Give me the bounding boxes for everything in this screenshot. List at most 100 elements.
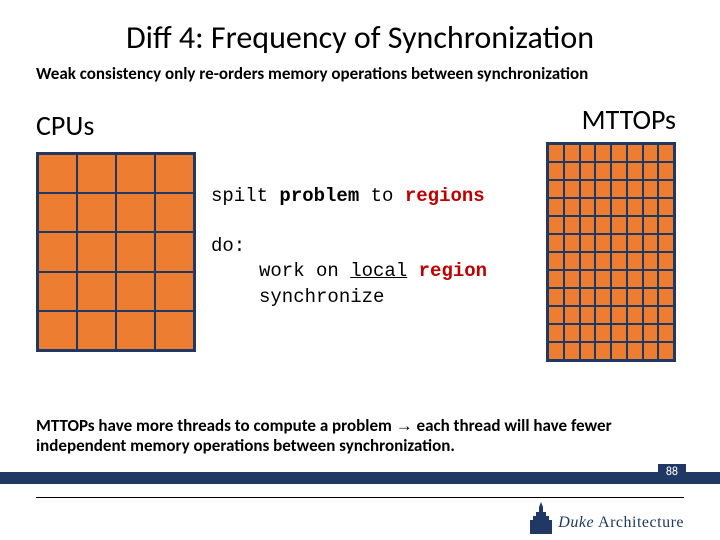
mttops-cell xyxy=(564,180,580,198)
mttops-cell xyxy=(548,270,564,288)
logo-duke: Duke xyxy=(558,514,594,531)
mttops-cell xyxy=(548,234,564,252)
mttops-cell xyxy=(595,162,611,180)
label-mttops: MTTOPs xyxy=(582,102,676,137)
slide-subtitle: Weak consistency only re-orders memory o… xyxy=(36,63,684,84)
mttops-cell xyxy=(611,270,627,288)
mttops-cell xyxy=(658,198,674,216)
content-row: CPUs MTTOPs spilt problem to regions do:… xyxy=(36,102,684,402)
code-text: synchronize xyxy=(259,286,384,308)
mttops-cell xyxy=(611,144,627,162)
mttops-cell xyxy=(580,198,596,216)
mttops-cell xyxy=(658,306,674,324)
mttops-cell xyxy=(564,342,580,360)
cpu-cell xyxy=(38,232,77,271)
mttops-cell xyxy=(643,234,659,252)
chapel-icon xyxy=(530,502,552,534)
cpu-cell xyxy=(155,272,194,311)
cpu-grid xyxy=(36,152,196,352)
cpu-cell xyxy=(155,154,194,193)
mttops-cell xyxy=(595,252,611,270)
mttops-cell xyxy=(564,288,580,306)
mttops-cell xyxy=(580,324,596,342)
cpu-cell xyxy=(116,311,155,350)
mttops-cell xyxy=(627,252,643,270)
cpu-cell xyxy=(77,232,116,271)
mttops-cell xyxy=(580,342,596,360)
mttops-cell xyxy=(643,324,659,342)
mttops-cell xyxy=(611,234,627,252)
mttops-cell xyxy=(564,144,580,162)
mttops-cell xyxy=(548,342,564,360)
cpu-cell xyxy=(116,193,155,232)
footer-divider xyxy=(36,497,684,498)
slide-title: Diff 4: Frequency of Synchronization xyxy=(36,18,684,57)
mttops-cell xyxy=(627,324,643,342)
mttops-cell xyxy=(627,234,643,252)
code-local: local xyxy=(350,260,407,282)
mttops-cell xyxy=(548,180,564,198)
mttops-cell xyxy=(564,306,580,324)
mttops-cell xyxy=(564,252,580,270)
mttops-cell xyxy=(580,180,596,198)
cpu-cell xyxy=(38,193,77,232)
mttops-cell xyxy=(627,342,643,360)
mttops-cell xyxy=(658,270,674,288)
mttops-cell xyxy=(580,234,596,252)
mttops-cell xyxy=(564,216,580,234)
mttops-cell xyxy=(658,144,674,162)
mttops-cell xyxy=(627,288,643,306)
mttops-cell xyxy=(611,198,627,216)
code-line-1: spilt problem to regions xyxy=(211,184,487,210)
code-text: spilt xyxy=(211,185,279,207)
mttops-cell xyxy=(564,324,580,342)
mttops-cell xyxy=(595,288,611,306)
code-text: work on xyxy=(259,260,350,282)
mttops-cell xyxy=(548,288,564,306)
cpu-cell xyxy=(116,154,155,193)
mttops-cell xyxy=(580,162,596,180)
mttops-cell xyxy=(611,288,627,306)
mttops-cell xyxy=(627,198,643,216)
mttops-cell xyxy=(611,324,627,342)
mttops-cell xyxy=(595,144,611,162)
mttops-cell xyxy=(643,342,659,360)
code-text xyxy=(407,260,418,282)
mttops-cell xyxy=(595,342,611,360)
mttops-cell xyxy=(580,216,596,234)
mttops-cell xyxy=(643,288,659,306)
arrow-icon: → xyxy=(396,416,413,435)
cpu-cell xyxy=(155,232,194,271)
cpu-cell xyxy=(38,311,77,350)
mttops-cell xyxy=(611,216,627,234)
mttops-cell xyxy=(658,342,674,360)
mttops-cell xyxy=(643,270,659,288)
mttops-cell xyxy=(595,216,611,234)
label-cpus: CPUs xyxy=(36,108,94,143)
mttops-cell xyxy=(643,162,659,180)
mttops-cell xyxy=(658,180,674,198)
logo-text: DukeArchitecture xyxy=(558,514,684,534)
bottom-note: MTTOPs have more threads to compute a pr… xyxy=(36,416,684,457)
mttops-cell xyxy=(658,288,674,306)
logo: DukeArchitecture xyxy=(530,502,684,534)
mttops-cell xyxy=(595,324,611,342)
mttops-cell xyxy=(595,234,611,252)
cpu-cell xyxy=(77,272,116,311)
mttops-grid xyxy=(546,142,676,362)
bottom-text-a: MTTOPs have more threads to compute a pr… xyxy=(36,415,396,436)
code-block: spilt problem to regions do: work on loc… xyxy=(211,184,487,311)
cpu-cell xyxy=(77,193,116,232)
mttops-cell xyxy=(611,342,627,360)
cpu-cell xyxy=(77,311,116,350)
mttops-cell xyxy=(548,198,564,216)
mttops-cell xyxy=(580,306,596,324)
mttops-cell xyxy=(611,162,627,180)
mttops-cell xyxy=(548,306,564,324)
mttops-cell xyxy=(611,252,627,270)
mttops-cell xyxy=(580,288,596,306)
code-region: region xyxy=(419,260,487,282)
cpu-cell xyxy=(116,232,155,271)
logo-arch: Architecture xyxy=(598,514,684,531)
mttops-cell xyxy=(627,144,643,162)
